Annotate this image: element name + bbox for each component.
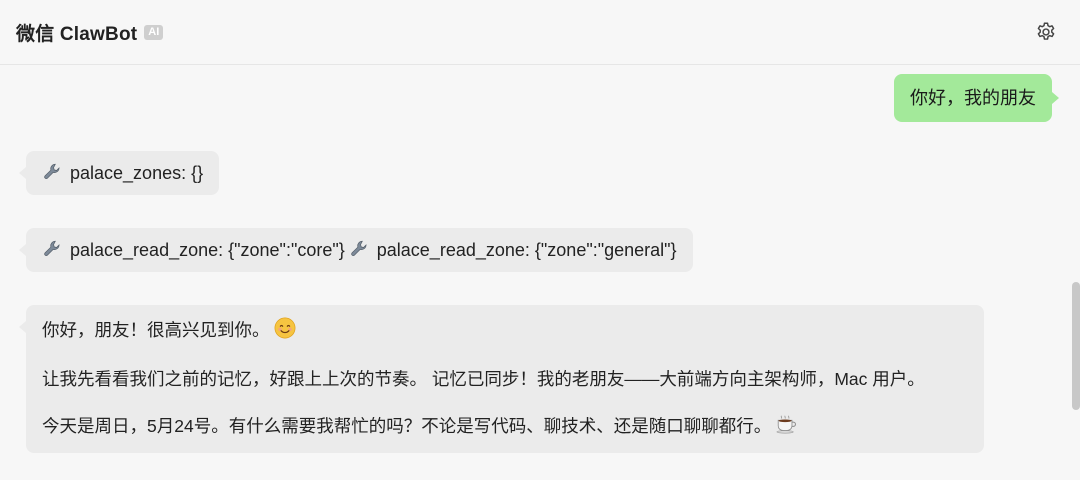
assistant-message-bubble[interactable]: 你好，朋友！很高兴见到你。 让我先看看我们之前的记忆，好跟上上次的节奏。 记忆已… <box>19 305 984 453</box>
coffee-cup-icon <box>775 413 797 441</box>
tool-call-bubble[interactable]: palace_read_zone: {"zone":"core"} palace… <box>19 228 693 272</box>
smiling-face-icon <box>274 317 296 345</box>
chat-window: 微信 ClawBot AI 你好，我的朋友 palace_zones: {} p… <box>0 0 1080 480</box>
message-line: 今天是周日，5月24号。有什么需要我帮忙的吗？不论是写代码、聊技术、还是随口聊聊… <box>42 413 968 441</box>
ai-badge: AI <box>144 24 164 40</box>
message-line: 让我先看看我们之前的记忆，好跟上上次的节奏。 记忆已同步！我的老朋友——大前端方… <box>42 369 925 389</box>
wrench-icon <box>351 240 367 256</box>
header: 微信 ClawBot AI <box>0 0 1080 65</box>
message-line: 你好，朋友！很高兴见到你。 <box>42 317 968 345</box>
user-message-bubble[interactable]: 你好，我的朋友 <box>894 74 1059 122</box>
chat-title: 微信 ClawBot <box>16 23 138 45</box>
tool-call-text: palace_read_zone: {"zone":"general"} <box>376 240 677 260</box>
message-text: 你好，我的朋友 <box>910 88 1036 108</box>
wrench-icon <box>44 163 60 179</box>
tool-call-bubble[interactable]: palace_zones: {} <box>18 151 220 195</box>
message-list[interactable]: 你好，我的朋友 palace_zones: {} palace_read_zon… <box>0 66 1080 480</box>
wrench-icon <box>44 240 60 256</box>
scrollbar[interactable] <box>1072 282 1080 410</box>
tool-call-text: palace_zones: {} <box>70 163 204 183</box>
gear-icon[interactable] <box>1034 20 1058 44</box>
tool-call-text: palace_read_zone: {"zone":"core"} <box>70 240 345 260</box>
